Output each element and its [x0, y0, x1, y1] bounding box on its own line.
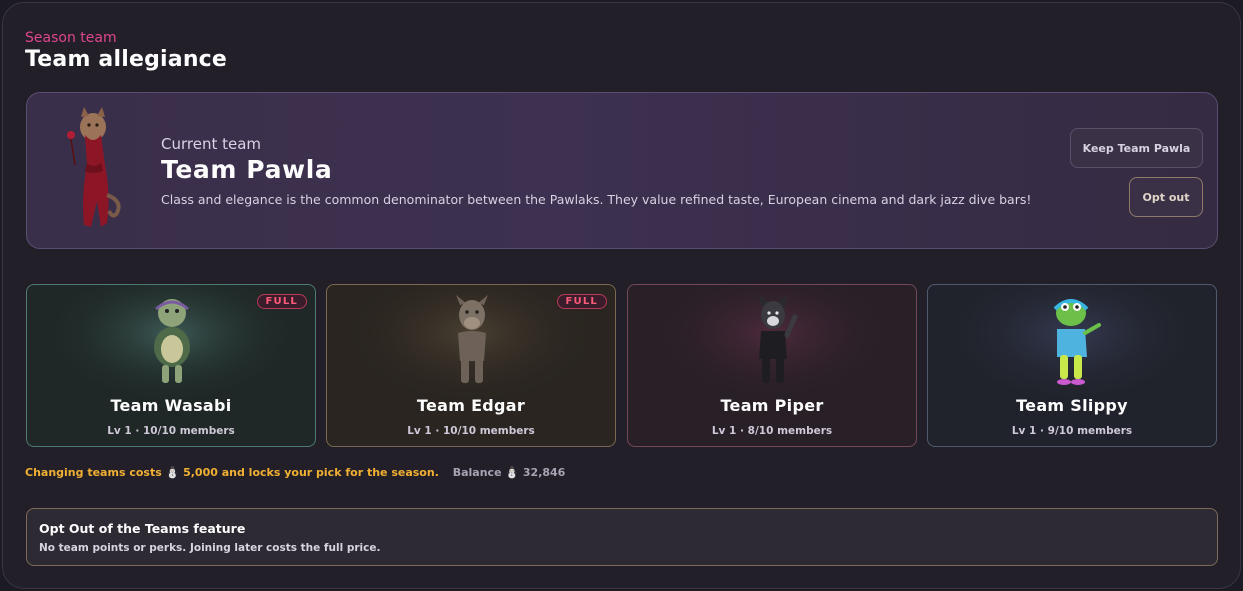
team-members: Lv 1 · 9/10 members [1011, 425, 1133, 437]
current-team-description: Class and elegance is the common denomin… [161, 192, 1032, 207]
opt-out-button[interactable]: Opt out [1129, 177, 1203, 217]
frog-avatar-icon [1053, 299, 1101, 385]
team-name: Team Edgar [416, 396, 526, 415]
team-allegiance-panel: Season team Team allegiance Current team… [2, 2, 1241, 589]
balance-text: Balance ⛄ 32,846 [452, 466, 566, 479]
pawla-cat-avatar-icon [67, 107, 121, 227]
opt-out-title: Opt Out of the Teams feature [39, 521, 246, 536]
cost-text: Changing teams costs ⛄ 5,000 and locks y… [25, 466, 439, 479]
current-team-name: Team Pawla [161, 155, 333, 184]
donkey-avatar-icon [456, 295, 488, 383]
current-team-card: Current team Team Pawla Class and elegan… [26, 92, 1218, 249]
team-card-edgar[interactable]: FULL Team Edgar Lv 1 · 10/10 members [326, 284, 616, 447]
opt-out-teams-feature[interactable]: Opt Out of the Teams feature No team poi… [26, 508, 1218, 566]
current-team-label: Current team [161, 135, 262, 153]
section-eyebrow: Season team [25, 30, 117, 46]
full-badge: FULL [256, 294, 307, 309]
page-title: Team allegiance [25, 47, 228, 72]
team-name: Team Wasabi [110, 396, 232, 415]
team-members: Lv 1 · 8/10 members [711, 425, 833, 437]
wolf-avatar-icon [759, 295, 798, 383]
opt-out-description: No team points or perks. Joining later c… [39, 542, 381, 554]
team-card-piper[interactable]: Team Piper Lv 1 · 8/10 members [627, 284, 917, 447]
turtle-avatar-icon [154, 299, 190, 383]
keep-team-button[interactable]: Keep Team Pawla [1070, 128, 1203, 168]
team-members: Lv 1 · 10/10 members [107, 425, 235, 437]
team-change-cost-notice: Changing teams costs ⛄ 5,000 and locks y… [25, 466, 565, 479]
team-card-slippy[interactable]: Team Slippy Lv 1 · 9/10 members [927, 284, 1217, 447]
full-badge: FULL [556, 294, 607, 309]
team-members: Lv 1 · 10/10 members [407, 425, 535, 437]
team-name: Team Slippy [1016, 396, 1128, 415]
team-name: Team Piper [720, 396, 824, 415]
team-card-wasabi[interactable]: FULL Team Wasabi Lv 1 · 10/10 members [26, 284, 316, 447]
